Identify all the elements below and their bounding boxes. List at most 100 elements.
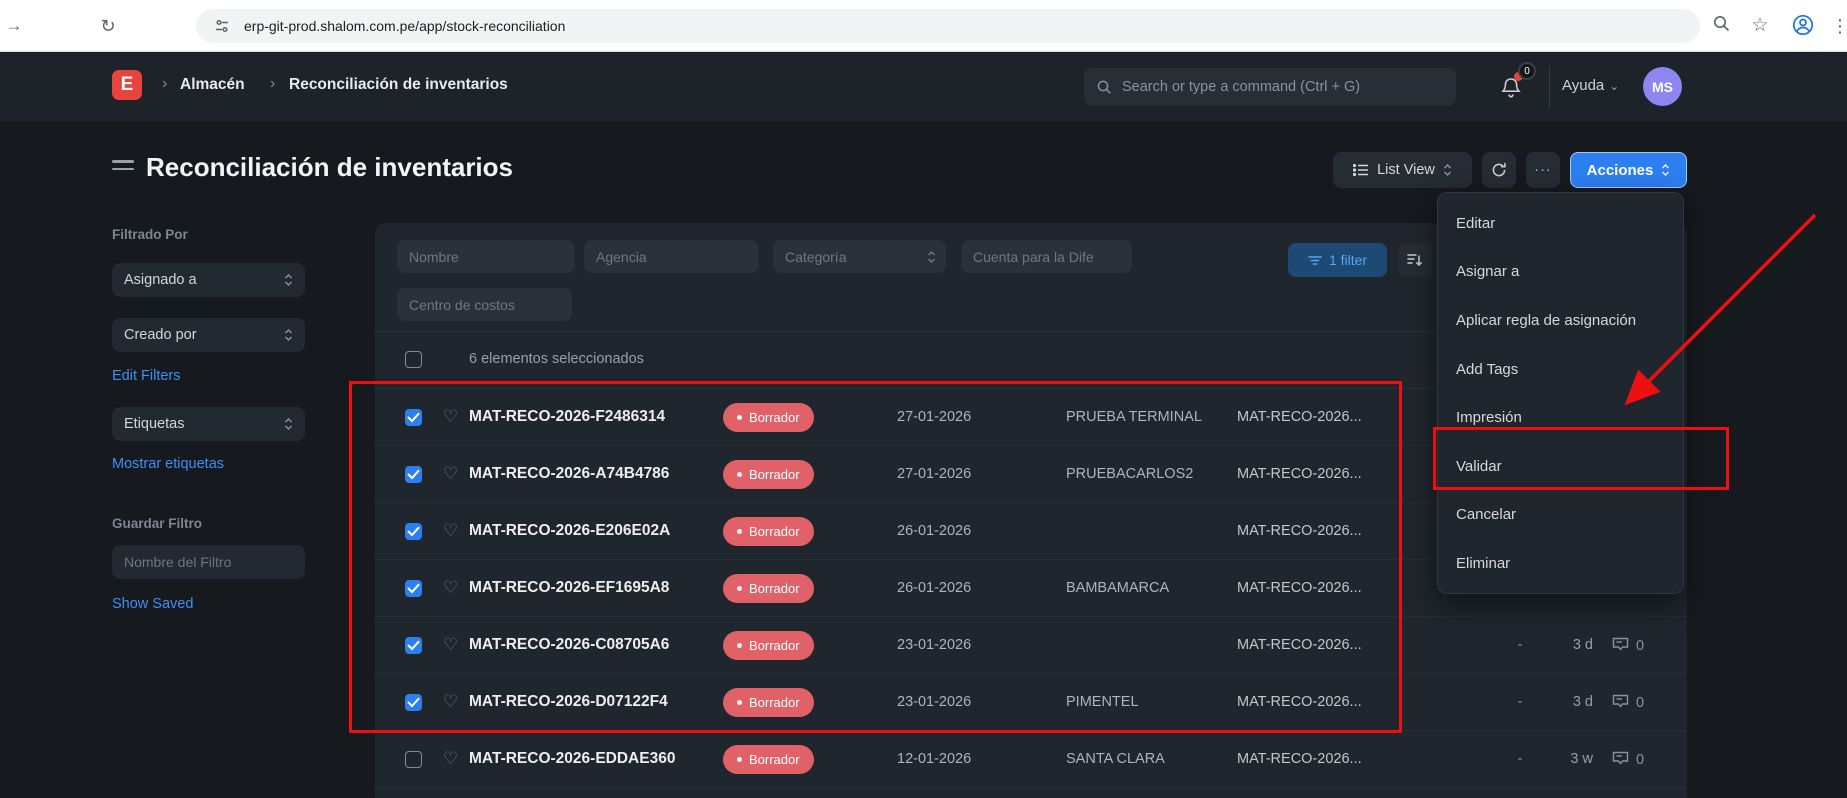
- status-label: Borrador: [749, 752, 800, 767]
- chevron-updown-icon: [284, 273, 293, 287]
- more-options-button[interactable]: ···: [1526, 152, 1560, 188]
- row-assignee-empty: -: [1513, 637, 1527, 653]
- filter-name-input[interactable]: [112, 545, 305, 579]
- show-tags-link[interactable]: Mostrar etiquetas: [112, 456, 224, 472]
- screen: → ↻ erp-git-prod.shalom.com.pe/app/stock…: [0, 0, 1847, 798]
- filter-categoria-select[interactable]: Categoría: [773, 240, 946, 273]
- chevron-updown-icon: [284, 417, 293, 431]
- app-header: E › Almacén › Reconciliación de inventar…: [0, 52, 1847, 121]
- filter-funnel-icon: [1308, 254, 1322, 266]
- sidebar-toggle-icon[interactable]: [112, 160, 134, 175]
- show-saved-link[interactable]: Show Saved: [112, 596, 193, 612]
- chevron-updown-icon: [1443, 163, 1452, 177]
- row-modified-age: 3 d: [1551, 637, 1593, 653]
- selection-summary: 6 elementos seleccionados: [469, 351, 644, 367]
- status-dot-icon: [737, 757, 742, 762]
- bookmark-star-icon[interactable]: ☆: [1748, 14, 1772, 38]
- actions-dropdown-menu: EditarAsignar aAplicar regla de asignaci…: [1437, 192, 1684, 594]
- view-switcher-label: List View: [1377, 162, 1435, 178]
- row-comments[interactable]: 0: [1612, 750, 1644, 769]
- menu-item-cancelar[interactable]: Cancelar: [1438, 491, 1683, 540]
- list-view-icon: [1353, 163, 1369, 177]
- help-menu[interactable]: Ayuda ⌄: [1562, 77, 1619, 94]
- app-logo[interactable]: E: [112, 70, 142, 100]
- row-checkbox[interactable]: [405, 751, 422, 768]
- url-bar[interactable]: erp-git-prod.shalom.com.pe/app/stock-rec…: [196, 9, 1700, 43]
- breadcrumb-separator: ›: [162, 75, 167, 93]
- filter-count-label: 1 filter: [1329, 252, 1367, 268]
- sort-button[interactable]: [1398, 243, 1432, 277]
- notifications-button[interactable]: 0: [1500, 68, 1540, 106]
- row-assignee-empty: -: [1513, 694, 1527, 710]
- chevron-down-icon: ⌄: [1609, 79, 1619, 93]
- active-filter-chip[interactable]: 1 filter: [1288, 243, 1387, 277]
- filtered-by-label: Filtrado Por: [112, 227, 188, 242]
- row-comments[interactable]: 0: [1612, 636, 1644, 655]
- menu-item-editar[interactable]: Editar: [1438, 199, 1683, 248]
- refresh-button[interactable]: [1482, 152, 1516, 188]
- menu-item-add-tags[interactable]: Add Tags: [1438, 345, 1683, 394]
- actions-label: Acciones: [1587, 162, 1654, 179]
- categoria-label: Categoría: [785, 249, 846, 265]
- menu-item-aplicar-regla-de-asignaci-n[interactable]: Aplicar regla de asignación: [1438, 296, 1683, 345]
- search-placeholder: Search or type a command (Ctrl + G): [1122, 79, 1360, 95]
- filter-nombre-input[interactable]: [397, 240, 575, 273]
- assigned-to-select[interactable]: Asignado a: [112, 263, 305, 297]
- tags-label: Etiquetas: [124, 416, 184, 432]
- comment-icon: [1612, 636, 1629, 655]
- header-divider: [1549, 66, 1550, 108]
- page-title: Reconciliación de inventarios: [146, 152, 513, 183]
- comment-count: 0: [1636, 752, 1644, 768]
- filter-cuenta-input[interactable]: [961, 240, 1132, 273]
- reload-icon[interactable]: ↻: [96, 14, 120, 38]
- chevron-updown-icon: [927, 250, 936, 264]
- row-id[interactable]: MAT-RECO-2026-EDDAE360: [469, 750, 675, 768]
- view-switcher-button[interactable]: List View: [1333, 152, 1472, 188]
- row-modified-age: 3 w: [1551, 751, 1593, 767]
- chevron-updown-icon: [1661, 163, 1670, 177]
- row-agency: SANTA CLARA: [1066, 751, 1165, 767]
- comment-count: 0: [1636, 638, 1644, 654]
- row-date: 12-01-2026: [897, 751, 971, 767]
- created-by-label: Creado por: [124, 327, 197, 343]
- browser-profile-icon[interactable]: [1792, 14, 1816, 36]
- save-filter-label: Guardar Filtro: [112, 516, 202, 531]
- help-label: Ayuda: [1562, 77, 1604, 94]
- table-row[interactable]: ♡ MAT-RECO-2026-EDDAE360 Borrador 12-01-202…: [375, 731, 1687, 788]
- actions-button[interactable]: Acciones: [1570, 152, 1687, 188]
- select-all-checkbox[interactable]: [405, 351, 422, 368]
- menu-item-eliminar[interactable]: Eliminar: [1438, 539, 1683, 588]
- menu-item-asignar-a[interactable]: Asignar a: [1438, 248, 1683, 297]
- row-comments[interactable]: 0: [1612, 693, 1644, 712]
- status-badge: Borrador: [723, 745, 814, 774]
- annotation-rows-box: [349, 381, 1402, 733]
- filter-centro-input[interactable]: [397, 288, 572, 321]
- avatar[interactable]: MS: [1643, 67, 1682, 106]
- global-search-input[interactable]: Search or type a command (Ctrl + G): [1084, 68, 1456, 106]
- breadcrumb-current[interactable]: Reconciliación de inventarios: [289, 76, 508, 94]
- row-modified-age: 3 d: [1551, 694, 1593, 710]
- forward-icon[interactable]: →: [2, 14, 26, 38]
- browser-chrome: → ↻ erp-git-prod.shalom.com.pe/app/stock…: [0, 0, 1847, 52]
- favorite-heart-icon[interactable]: ♡: [443, 749, 458, 769]
- breadcrumb-almacen[interactable]: Almacén: [180, 76, 245, 94]
- comment-icon: [1612, 693, 1629, 712]
- assigned-to-label: Asignado a: [124, 272, 197, 288]
- tags-select[interactable]: Etiquetas: [112, 407, 305, 441]
- search-icon: [1096, 79, 1112, 95]
- row-assignee-empty: -: [1513, 751, 1527, 767]
- zoom-icon[interactable]: [1712, 14, 1736, 33]
- annotation-validar-box: [1433, 427, 1729, 490]
- comment-count: 0: [1636, 695, 1644, 711]
- chevron-updown-icon: [284, 328, 293, 342]
- created-by-select[interactable]: Creado por: [112, 318, 305, 352]
- browser-menu-icon[interactable]: ⋮: [1828, 14, 1847, 38]
- edit-filters-link[interactable]: Edit Filters: [112, 368, 181, 384]
- sort-icon: [1407, 253, 1423, 267]
- notification-badge: 0: [1518, 62, 1536, 80]
- filter-agencia-input[interactable]: [584, 240, 759, 273]
- site-settings-icon[interactable]: [214, 18, 230, 34]
- row-reference: MAT-RECO-2026...: [1237, 751, 1362, 767]
- url-text: erp-git-prod.shalom.com.pe/app/stock-rec…: [244, 18, 565, 34]
- breadcrumb-separator: ›: [270, 75, 275, 93]
